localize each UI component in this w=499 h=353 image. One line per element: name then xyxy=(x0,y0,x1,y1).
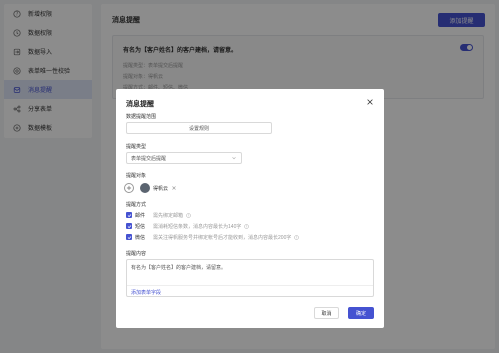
avatar xyxy=(140,183,150,193)
plus-icon xyxy=(126,185,132,191)
target-chip: 得帆云 xyxy=(140,182,177,194)
add-target-button[interactable] xyxy=(124,183,134,193)
confirm-button[interactable]: 确定 xyxy=(348,307,374,319)
svg-text:?: ? xyxy=(188,213,190,217)
method-wechat-row: 微信 需关注得帆服务号并绑定帐号后才能收到，消息内容最长200字 ? xyxy=(126,233,300,241)
close-icon[interactable] xyxy=(366,98,374,106)
content-footer: 添加表单字段 xyxy=(127,285,373,296)
check-icon xyxy=(127,224,131,228)
chevron-down-icon xyxy=(232,157,236,160)
cancel-button[interactable]: 取消 xyxy=(314,307,339,319)
remove-icon[interactable] xyxy=(171,185,177,191)
sms-checkbox[interactable] xyxy=(126,223,132,229)
method-desc: 需关注得帆服务号并绑定帐号后才能收到，消息内容最长200字 xyxy=(153,234,292,241)
method-name: 邮件 xyxy=(135,212,146,219)
set-rule-button[interactable]: 设置规则 xyxy=(126,122,272,134)
method-desc: 需先绑定邮箱 xyxy=(153,212,184,219)
method-sms-row: 短信 需消耗短信条数，消息内容最长为140字 ? xyxy=(126,222,250,230)
reminder-type-value: 表单提交后提醒 xyxy=(131,155,167,162)
content-textarea[interactable]: 有名为【客户姓名】的客户建档，请留意。 添加表单字段 xyxy=(126,259,374,297)
email-checkbox[interactable] xyxy=(126,212,132,218)
target-label: 提醒对象 xyxy=(126,173,147,179)
method-name: 微信 xyxy=(135,234,146,241)
method-desc: 需消耗短信条数，消息内容最长为140字 xyxy=(153,223,242,230)
help-icon[interactable]: ? xyxy=(294,234,300,240)
content-label: 提醒内容 xyxy=(126,251,147,257)
help-icon[interactable]: ? xyxy=(186,212,191,218)
message-reminder-dialog: 消息提醒 数据提醒范围 设置规则 提醒类型 表单提交后提醒 提醒对象 得帆云 提… xyxy=(116,89,384,328)
method-name: 短信 xyxy=(135,223,146,230)
type-label: 提醒类型 xyxy=(126,144,147,150)
svg-text:?: ? xyxy=(246,224,248,228)
method-label: 提醒方式 xyxy=(126,202,147,208)
content-text: 有名为【客户姓名】的客户建档，请留意。 xyxy=(131,265,227,271)
check-icon xyxy=(127,235,131,239)
target-chip-label: 得帆云 xyxy=(153,185,169,192)
reminder-type-select[interactable]: 表单提交后提醒 xyxy=(126,152,242,164)
check-icon xyxy=(127,213,131,217)
help-icon[interactable]: ? xyxy=(244,223,250,229)
range-label: 数据提醒范围 xyxy=(126,114,157,120)
wechat-checkbox[interactable] xyxy=(126,234,132,240)
dialog-title: 消息提醒 xyxy=(126,101,154,108)
insert-field-link[interactable]: 添加表单字段 xyxy=(131,289,161,296)
svg-text:?: ? xyxy=(296,235,298,239)
method-email-row: 邮件 需先绑定邮箱 ? xyxy=(126,211,191,219)
